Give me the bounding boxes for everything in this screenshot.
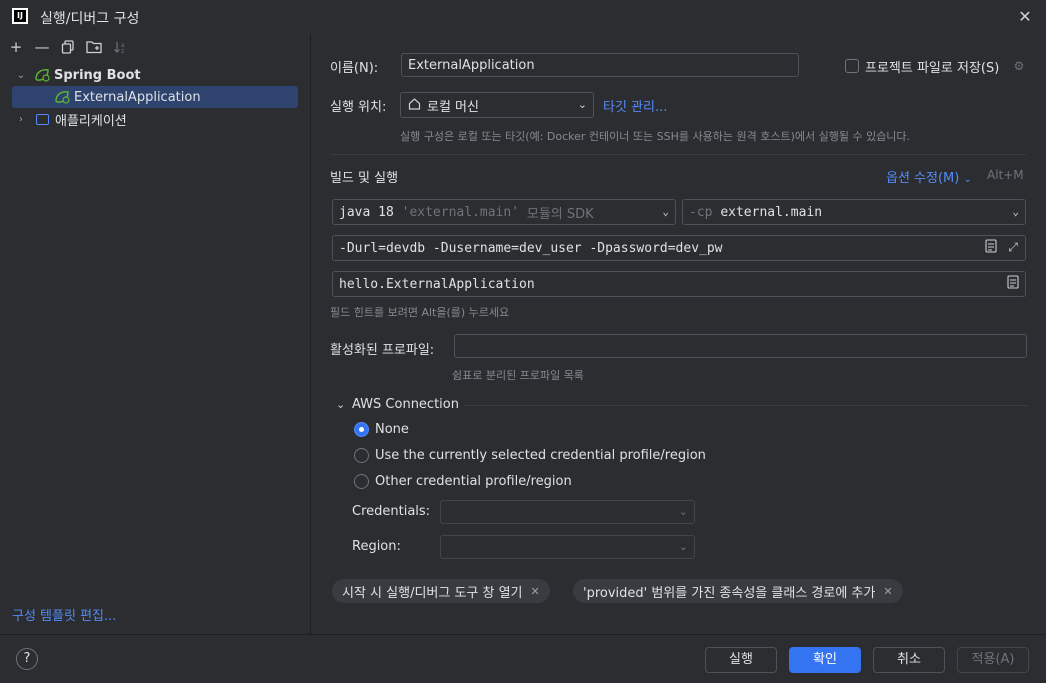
close-icon[interactable]: ✕ — [883, 585, 892, 598]
credentials-select[interactable]: ⌄ — [440, 500, 695, 524]
run-on-value: 로컬 머신 — [427, 99, 479, 115]
chevron-right-icon[interactable]: › — [14, 114, 28, 125]
active-profiles-label: 활성화된 프로파일: — [330, 343, 435, 358]
edit-templates-link[interactable]: 구성 템플릿 편집... — [12, 605, 116, 624]
chevron-down-icon[interactable]: ⌄ — [336, 398, 345, 411]
chevron-down-icon: ⌄ — [678, 505, 688, 518]
configuration-form: 이름(N): ExternalApplication 프로젝트 파일로 저장(S… — [312, 34, 1046, 634]
name-label: 이름(N): — [330, 61, 379, 76]
application-icon — [36, 113, 49, 125]
cp-value: external.main — [720, 204, 823, 220]
title-bar: IJ 실행/디버그 구성 ✕ — [0, 0, 1046, 34]
active-profiles-input[interactable] — [454, 334, 1027, 358]
option-chip: 'provided' 범위를 가진 종속성을 클래스 경로에 추가 ✕ — [573, 579, 903, 603]
modify-options-shortcut: Alt+M — [987, 168, 1024, 182]
credentials-label: Credentials: — [352, 504, 431, 519]
build-run-title: 빌드 및 실행 — [330, 171, 399, 186]
tree-item-external-application[interactable]: ExternalApplication — [12, 86, 298, 108]
chevron-down-icon: ⌄ — [662, 205, 669, 218]
apply-button[interactable]: 적용(A) — [957, 647, 1029, 673]
divider — [464, 405, 1028, 406]
aws-other-profile-radio[interactable] — [354, 474, 369, 489]
run-on-select[interactable]: 로컬 머신 ⌄ — [400, 92, 594, 118]
main-class-input[interactable]: hello.ExternalApplication — [332, 271, 1026, 297]
option-chip: 시작 시 실행/디버그 도구 창 열기 ✕ — [332, 579, 550, 603]
cp-prefix: -cp — [689, 204, 713, 220]
svg-text:z: z — [121, 48, 124, 54]
manage-targets-link[interactable]: 타깃 관리... — [603, 96, 667, 115]
sort-icon[interactable]: az — [110, 37, 130, 57]
region-select[interactable]: ⌄ — [440, 535, 695, 559]
jdk-module: 'external.main' — [401, 204, 520, 220]
document-icon[interactable] — [1005, 275, 1021, 291]
name-input[interactable]: ExternalApplication — [401, 53, 799, 77]
home-icon — [408, 97, 421, 115]
cancel-button[interactable]: 취소 — [873, 647, 945, 673]
remove-icon[interactable]: — — [32, 37, 52, 57]
active-profiles-hint: 쉼표로 분리된 프로파일 목록 — [452, 369, 584, 382]
store-as-file-checkbox[interactable] — [845, 59, 859, 73]
configurations-panel: + — az ⌄ Spring Boot ExternalApplication… — [0, 34, 311, 634]
aws-current-profile-radio[interactable] — [354, 448, 369, 463]
run-on-hint: 실행 구성은 로컬 또는 타깃(예: Docker 컨테이너 또는 SSH를 사… — [400, 130, 911, 143]
run-on-label: 실행 위치: — [330, 100, 387, 115]
aws-none-label: None — [375, 422, 409, 437]
jdk-version: java 18 — [339, 204, 394, 220]
aws-other-profile-label: Other credential profile/region — [375, 474, 572, 489]
vm-options-input[interactable]: -Durl=devdb -Dusername=dev_user -Dpasswo… — [332, 235, 1026, 261]
dialog-footer: ? 실행 확인 취소 적용(A) — [0, 634, 1046, 683]
document-icon[interactable] — [983, 239, 999, 255]
copy-icon[interactable] — [58, 37, 78, 57]
new-folder-icon[interactable] — [84, 37, 104, 57]
close-icon[interactable]: ✕ — [1014, 6, 1036, 28]
tree-group-spring-boot[interactable]: ⌄ Spring Boot — [0, 64, 310, 86]
spring-boot-icon — [54, 90, 70, 104]
help-button[interactable]: ? — [16, 648, 38, 670]
run-button[interactable]: 실행 — [705, 647, 777, 673]
chip-label: 'provided' 범위를 가진 종속성을 클래스 경로에 추가 — [583, 585, 876, 601]
spring-boot-icon — [34, 68, 50, 82]
modify-options-link[interactable]: 옵션 수정(M) ⌄ — [886, 167, 972, 186]
classpath-select[interactable]: -cp external.main ⌄ — [682, 199, 1026, 225]
vm-options-value: -Durl=devdb -Dusername=dev_user -Dpasswo… — [339, 240, 723, 256]
aws-section-title[interactable]: AWS Connection — [352, 397, 459, 412]
expand-icon[interactable]: ⤢ — [1005, 239, 1021, 255]
divider — [330, 154, 1026, 155]
chevron-down-icon: ⌄ — [577, 98, 587, 111]
configurations-tree: ⌄ Spring Boot ExternalApplication › 애플리케… — [0, 64, 310, 130]
field-hint: 필드 힌트를 보려면 Alt을(를) 누르세요 — [330, 306, 510, 319]
gear-icon[interactable]: ⚙ — [1011, 58, 1027, 74]
window-title: 실행/디버그 구성 — [40, 11, 140, 27]
chevron-down-icon[interactable]: ⌄ — [14, 70, 28, 81]
tree-group-application[interactable]: › 애플리케이션 — [0, 108, 310, 130]
chevron-down-icon: ⌄ — [1012, 205, 1019, 218]
jdk-select[interactable]: java 18 'external.main' 모듈의 SDK ⌄ — [332, 199, 676, 225]
configurations-toolbar: + — az — [0, 34, 310, 60]
add-icon[interactable]: + — [6, 37, 26, 57]
close-icon[interactable]: ✕ — [531, 585, 540, 598]
chip-label: 시작 시 실행/디버그 도구 창 열기 — [342, 585, 523, 601]
tree-group-label: 애플리케이션 — [55, 113, 127, 129]
intellij-logo-icon: IJ — [12, 8, 28, 24]
aws-none-radio[interactable] — [354, 422, 369, 437]
jdk-suffix: 모듈의 SDK — [526, 206, 594, 222]
tree-group-label: Spring Boot — [54, 67, 141, 83]
tree-item-label: ExternalApplication — [74, 89, 201, 105]
main-class-value: hello.ExternalApplication — [339, 276, 535, 292]
store-as-file-label: 프로젝트 파일로 저장(S) — [865, 61, 1000, 76]
chevron-down-icon: ⌄ — [678, 540, 688, 553]
ok-button[interactable]: 확인 — [789, 647, 861, 673]
aws-current-profile-label: Use the currently selected credential pr… — [375, 448, 706, 463]
region-label: Region: — [352, 539, 401, 554]
